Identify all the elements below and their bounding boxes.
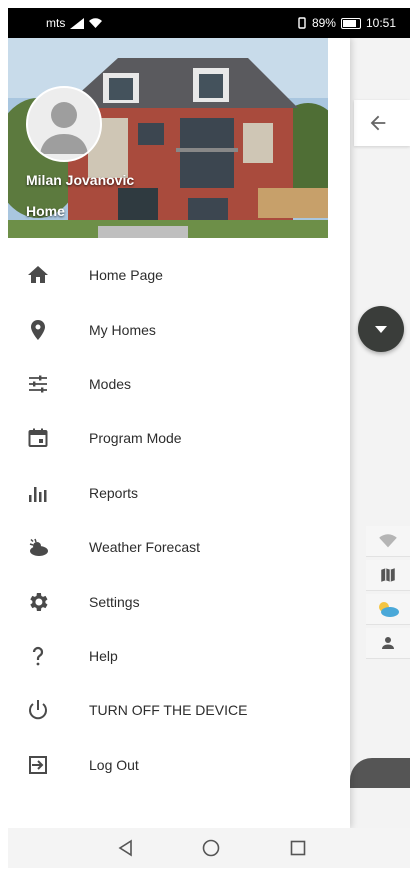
user-name: Milan Jovanovic (26, 172, 135, 188)
menu-item-label: Settings (89, 593, 140, 610)
location-pin-icon (25, 317, 51, 343)
wifi-icon (379, 534, 397, 548)
status-right: 89% 10:51 (297, 16, 396, 30)
navigation-drawer: Milan Jovanovic Home Home Page My Homes (8, 38, 350, 828)
drawer-menu: Home Page My Homes Modes Program Mode Re… (8, 248, 350, 792)
dropdown-icon (375, 326, 387, 333)
signal-icon (70, 17, 85, 29)
menu-item-turn-off-device[interactable]: TURN OFF THE DEVICE (8, 683, 350, 737)
avatar[interactable] (26, 86, 102, 162)
user-home-label: Home (26, 203, 65, 219)
map-tab[interactable] (366, 560, 410, 591)
menu-item-label: My Homes (89, 321, 156, 338)
menu-item-label: Help (89, 647, 118, 664)
help-icon (25, 643, 51, 669)
phone-screen: mts 89% 10:51 Milan Jovanovic Home Home … (8, 8, 410, 868)
menu-item-program-mode[interactable]: Program Mode (8, 411, 350, 465)
menu-item-modes[interactable]: Modes (8, 357, 350, 411)
menu-item-label: Home Page (89, 267, 163, 284)
menu-item-my-homes[interactable]: My Homes (8, 302, 350, 356)
menu-item-label: Reports (89, 484, 139, 501)
vibrate-icon (298, 17, 306, 29)
dropdown-button[interactable] (358, 306, 404, 352)
menu-item-home-page[interactable]: Home Page (8, 248, 350, 302)
status-bar: mts 89% 10:51 (8, 8, 410, 38)
weather-tab[interactable] (366, 594, 410, 625)
battery-percent: 89% (311, 16, 336, 30)
person-tab[interactable] (366, 628, 410, 659)
back-triangle-icon[interactable] (116, 838, 136, 858)
menu-item-label: TURN OFF THE DEVICE (89, 702, 248, 719)
power-icon (25, 697, 51, 723)
weather-icon (25, 534, 51, 560)
bar-chart-icon (25, 480, 51, 506)
person-icon (382, 637, 394, 649)
home-icon (25, 262, 51, 288)
menu-item-log-out[interactable]: Log Out (8, 738, 350, 792)
logout-icon (25, 752, 51, 778)
system-nav-bar (8, 828, 410, 868)
recents-square-icon[interactable] (288, 838, 308, 858)
menu-item-label: Modes (89, 375, 132, 392)
menu-item-label: Weather Forecast (89, 539, 201, 556)
battery-icon (340, 17, 361, 29)
clock: 10:51 (365, 16, 396, 30)
map-icon (381, 568, 395, 582)
weather-icon (379, 602, 399, 617)
gear-icon (25, 589, 51, 615)
menu-item-reports[interactable]: Reports (8, 466, 350, 520)
wifi-tab[interactable] (366, 526, 410, 557)
carrier-label: mts (46, 16, 66, 30)
menu-item-weather-forecast[interactable]: Weather Forecast (8, 520, 350, 574)
drawer-header: Milan Jovanovic Home (8, 38, 328, 238)
menu-item-label: Log Out (89, 756, 139, 773)
status-left: mts (46, 16, 103, 30)
menu-item-label: Program Mode (89, 430, 182, 447)
sliders-icon (25, 371, 51, 397)
menu-item-help[interactable]: Help (8, 629, 350, 683)
bottom-sheet-handle[interactable] (350, 758, 410, 788)
menu-item-settings[interactable]: Settings (8, 574, 350, 628)
user-avatar-icon (40, 102, 88, 154)
back-arrow-icon (370, 115, 386, 131)
wifi-status-icon (89, 17, 103, 28)
back-button[interactable] (354, 100, 410, 146)
home-circle-icon[interactable] (201, 838, 221, 858)
calendar-icon (25, 425, 51, 451)
